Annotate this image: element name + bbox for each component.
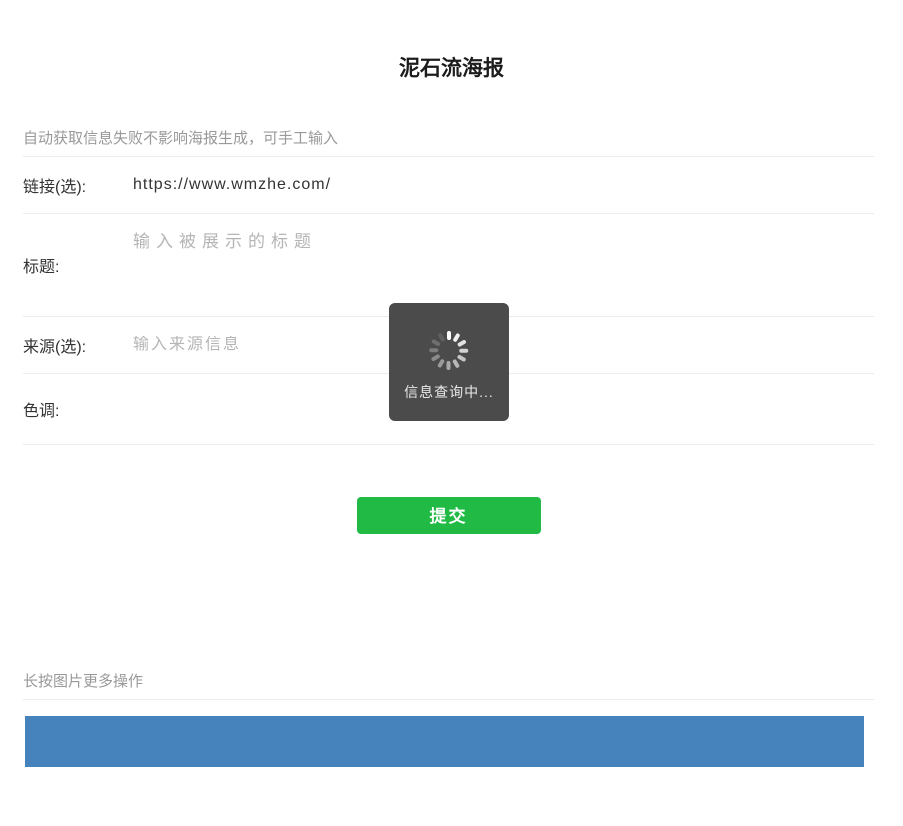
tone-field-label: 色调:: [23, 403, 60, 420]
title-field-label: 标题:: [23, 259, 60, 276]
auto-fetch-hint: 自动获取信息失败不影响海报生成，可手工输入: [23, 131, 874, 157]
link-field-label: 链接(选):: [23, 179, 87, 196]
poster-generator-page: { "page": { "title": "泥石流海报", "hint": "自…: [0, 57, 903, 826]
source-field-label: 来源(选):: [23, 339, 87, 356]
poster-preview-image[interactable]: [25, 716, 864, 767]
loading-spinner-icon: [425, 326, 473, 374]
link-input[interactable]: [133, 176, 874, 194]
submit-area: 提交: [23, 445, 874, 534]
loading-toast: 信息查询中...: [389, 303, 509, 421]
title-textarea[interactable]: [133, 227, 874, 307]
toast-message: 信息查询中...: [404, 384, 494, 400]
form-row-title: 标题:: [23, 214, 874, 317]
long-press-hint: 长按图片更多操作: [23, 674, 874, 700]
form-row-link: 链接(选):: [23, 157, 874, 214]
submit-button[interactable]: 提交: [356, 497, 541, 534]
page-title: 泥石流海报: [399, 57, 504, 80]
form-container: 自动获取信息失败不影响海报生成，可手工输入 链接(选): 标题: 来源(选): …: [23, 131, 874, 767]
